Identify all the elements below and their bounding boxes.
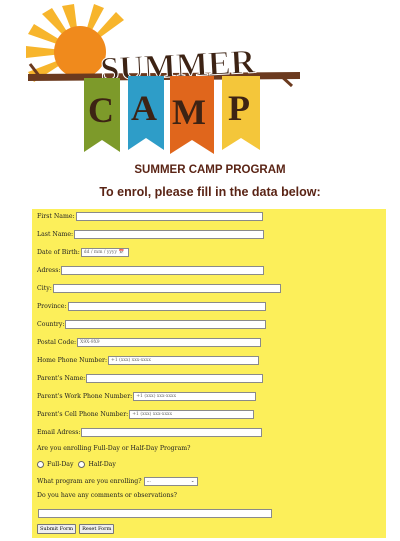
logo-letter-c: C [88,90,114,130]
chevron-down-icon: ⌄ [190,479,195,484]
last-name-row: Last Name: [37,230,265,239]
program-row: What program are you enrolling? ... ⌄ [37,477,198,486]
parent-cell-phone-input[interactable]: +1 (xxx) xxx-xxxx [129,410,255,419]
dob-placeholder: dd / mm / yyyy [83,250,118,255]
logo-letter-m: M [172,92,206,132]
home-phone-label: Home Phone Number: [37,357,108,364]
home-phone-input[interactable]: +1 (xxx) xxx-xxxx [108,356,260,365]
first-name-input[interactable] [75,212,263,221]
parent-name-input[interactable] [86,374,264,383]
form-buttons: Submit Form Reset Form [37,524,117,534]
city-row: City: [37,284,281,293]
postal-code-row: Postal Code: X9X-9X9 [37,338,262,347]
day-question: Are you enrolling Full-Day or Half-Day P… [37,445,191,452]
calendar-icon: 📅 [118,250,125,255]
last-name-input[interactable] [74,230,265,239]
page-title: SUMMER CAMP PROGRAM [134,164,286,176]
home-phone-row: Home Phone Number: +1 (xxx) xxx-xxxx [37,356,260,365]
program-select[interactable]: ... ⌄ [143,477,198,486]
country-row: Country: [37,320,267,329]
submit-button[interactable]: Submit Form [37,524,77,534]
first-name-row: First Name: [37,212,263,221]
email-input[interactable] [81,428,263,437]
dob-input[interactable]: dd / mm / yyyy 📅 [80,248,129,257]
parent-cell-phone-row: Parent's Cell Phone Number: +1 (xxx) xxx… [37,410,255,419]
province-row: Province: [37,302,266,311]
half-day-radio[interactable] [78,461,86,468]
full-day-label: Full-Day [47,461,74,468]
parent-work-phone-label: Parent's Work Phone Number: [37,393,133,400]
country-input[interactable] [65,320,267,329]
province-label: Province: [37,303,67,310]
logo-letter-a: A [131,88,157,128]
email-row: Email Adress: [37,428,263,437]
email-label: Email Adress: [37,429,81,436]
address-label: Adress: [37,267,61,274]
city-input[interactable] [52,284,281,293]
page-subtitle: To enrol, please fill in the data below: [99,185,321,199]
program-label: What program are you enrolling? [37,478,142,485]
parent-name-row: Parent's Name: [37,374,264,383]
reset-button[interactable]: Reset Form [79,524,115,534]
dob-row: Date of Birth: dd / mm / yyyy 📅 [37,248,129,257]
parent-work-phone-row: Parent's Work Phone Number: +1 (xxx) xxx… [37,392,257,401]
day-options-row: Full-Day Half-Day [37,461,116,468]
dob-label: Date of Birth: [37,249,80,256]
comments-row [37,509,272,518]
summer-camp-logo: SUMMER C A M P [26,4,300,154]
program-selected-value: ... [146,479,151,484]
postal-code-label: Postal Code: [37,339,77,346]
parent-cell-phone-label: Parent's Cell Phone Number: [37,411,129,418]
postal-code-input[interactable]: X9X-9X9 [77,338,262,347]
parent-work-phone-input[interactable]: +1 (xxx) xxx-xxxx [133,392,257,401]
enrollment-form: First Name: Last Name: Date of Birth: dd… [32,209,386,538]
first-name-label: First Name: [37,213,75,220]
province-input[interactable] [67,302,266,311]
city-label: City: [37,285,52,292]
address-input[interactable] [61,266,265,275]
country-label: Country: [37,321,65,328]
half-day-label: Half-Day [88,461,116,468]
parent-name-label: Parent's Name: [37,375,86,382]
logo-letter-p: P [228,88,250,128]
comments-question: Do you have any comments or observations… [37,492,177,499]
address-row: Adress: [37,266,265,275]
full-day-radio[interactable] [37,461,44,468]
last-name-label: Last Name: [37,231,74,238]
comments-input[interactable] [38,509,272,518]
